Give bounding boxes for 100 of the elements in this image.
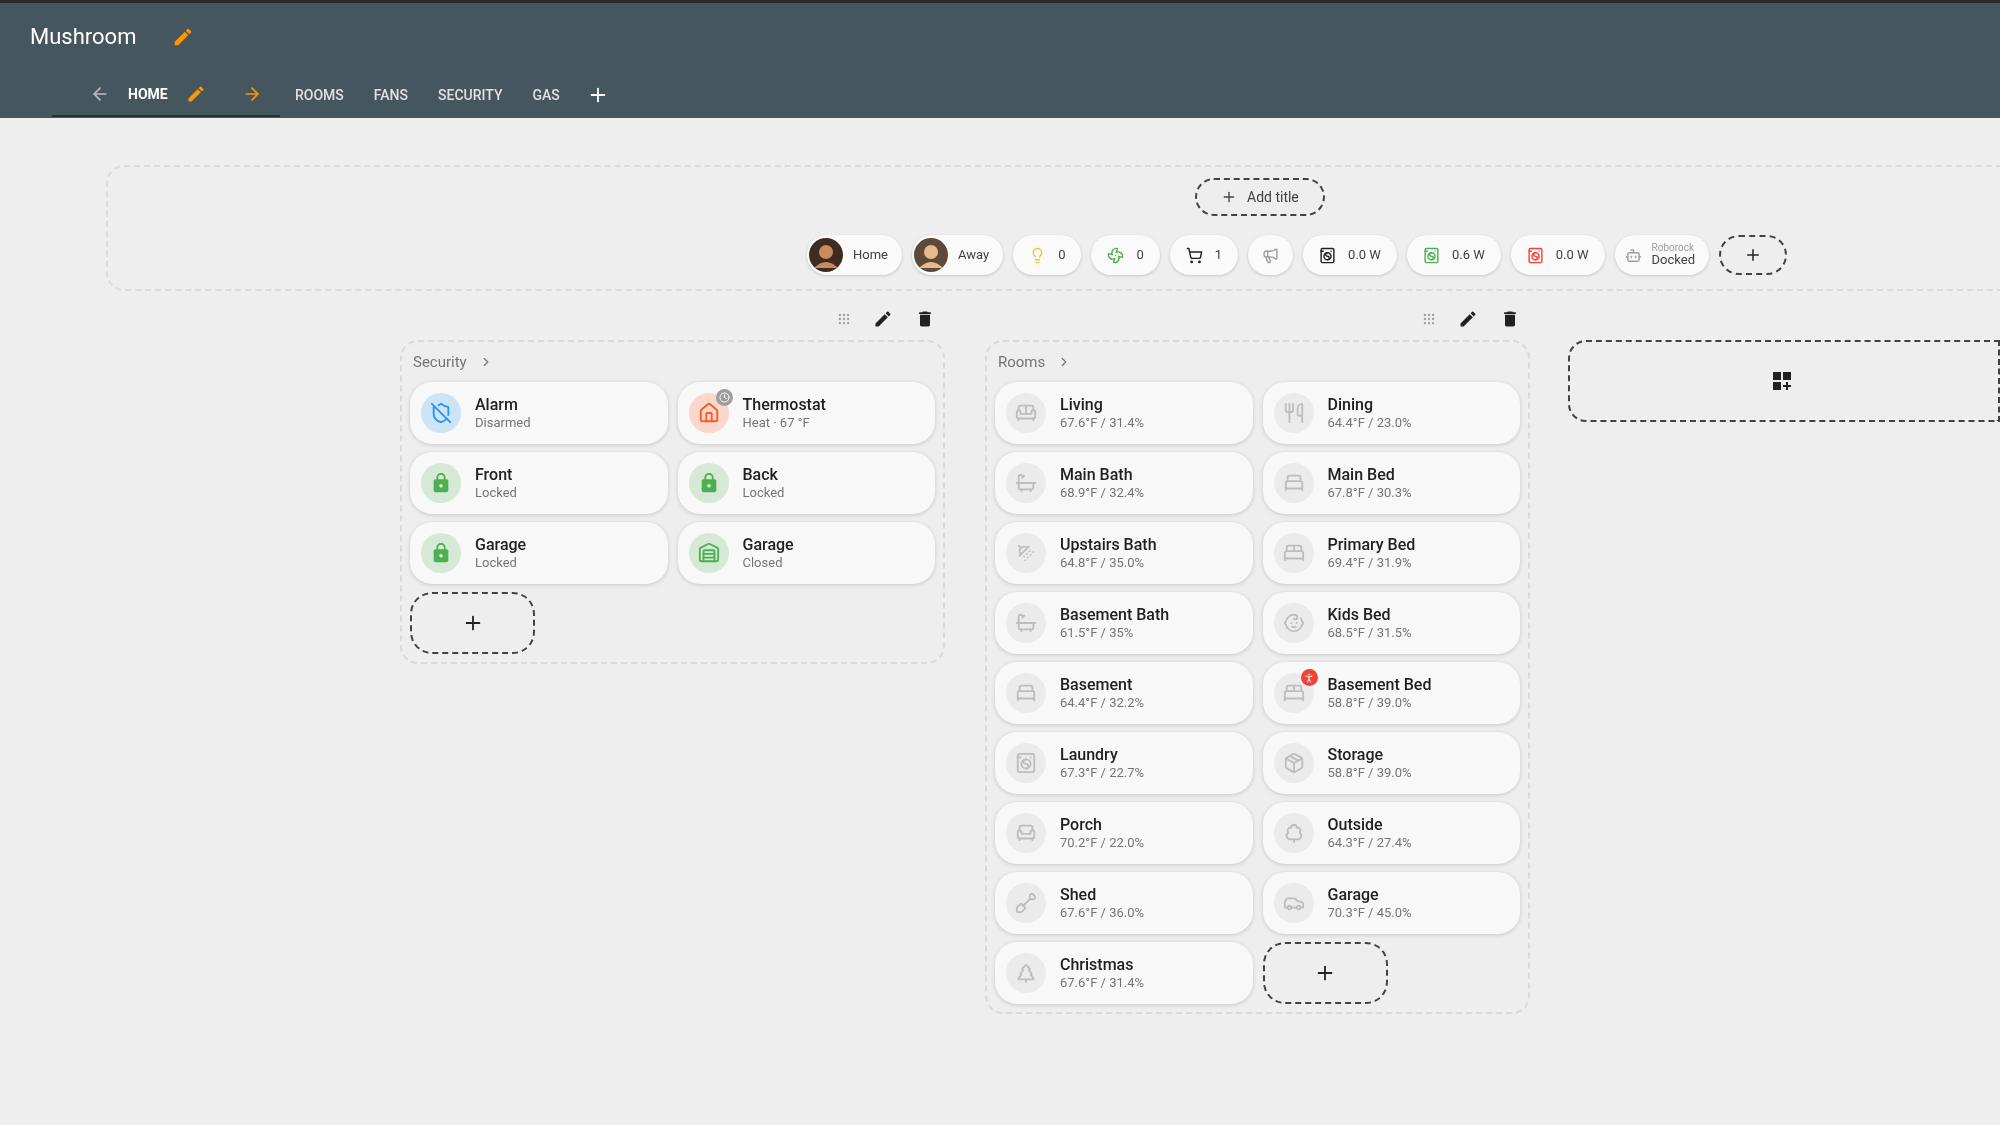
entity-name: Primary Bed [1327,534,1416,555]
megaphone-icon [1262,246,1280,264]
entity-card[interactable]: Porch 70.2°F / 22.0% [995,802,1253,864]
entity-state: 70.3°F / 45.0% [1327,904,1412,922]
entity-state: 58.8°F / 39.0% [1327,694,1413,712]
utensils-icon [1282,402,1305,424]
entity-state: 64.8°F / 35.0% [1060,554,1146,572]
entity-name: Laundry [1060,744,1119,765]
entity-card[interactable]: Outside 64.3°F / 27.4% [1262,802,1520,864]
entity-name: Garage [475,534,527,555]
entity-card[interactable]: Kids Bed 68.5°F / 31.5% [1262,592,1520,654]
entity-state: Disarmed [475,414,531,432]
entity-state: 67.6°F / 36.0% [1060,904,1145,922]
entity-card[interactable]: Garage 70.3°F / 45.0% [1262,872,1520,934]
entity-state: 68.9°F / 32.4% [1060,484,1145,502]
entity-state: Heat · 67 °F [742,414,811,432]
entity-name: Upstairs Bath [1060,534,1157,555]
entity-state: 67.6°F / 31.4% [1060,974,1145,992]
edit-icon[interactable] [873,309,893,329]
add-grid-icon [1772,371,1792,391]
tab[interactable]: HOME [128,83,168,105]
bathtub-icon [1015,472,1037,494]
tab[interactable]: GAS [532,84,560,106]
entity-card[interactable]: Christmas 67.6°F / 31.4% [995,942,1253,1004]
edit-icon[interactable] [1458,309,1478,329]
entity-name: Dining [1327,394,1374,415]
entity-name: Basement [1060,674,1134,695]
entity-chip[interactable]: 0 [1013,235,1082,275]
entity-card[interactable]: Living 67.6°F / 31.4% [995,382,1253,444]
add-card-button[interactable] [410,592,535,654]
entity-state: 58.8°F / 39.0% [1327,764,1412,782]
entity-card[interactable]: Garage Locked [410,522,668,584]
entity-name: Basement Bed [1327,674,1432,695]
entity-card[interactable]: Primary Bed 69.4°F / 31.9% [1262,522,1520,584]
entity-card[interactable]: Thermostat Heat · 67 °F [677,382,935,444]
entity-card[interactable]: Storage 58.8°F / 39.0% [1262,732,1520,794]
shovel-icon [1015,892,1037,914]
add-chip-button[interactable] [1718,235,1787,275]
entity-card[interactable]: Dining 64.4°F / 23.0% [1262,382,1520,444]
avatar-icon [914,238,948,272]
avatar-icon [809,238,843,272]
plus-icon [1221,189,1237,205]
add-title-button[interactable]: Add title [1195,178,1325,216]
add-card-button[interactable] [1262,942,1388,1004]
tab[interactable]: FANS [373,84,408,106]
entity-card[interactable]: Shed 67.6°F / 36.0% [995,872,1253,934]
tab[interactable]: ROOMS [295,84,344,106]
cart-icon [1185,246,1203,264]
section-header[interactable]: Rooms [995,342,1520,382]
entity-state: Locked [742,484,785,502]
entity-state: 64.4°F / 32.2% [1060,694,1145,712]
entity-card[interactable]: Laundry 67.3°F / 22.7% [995,732,1253,794]
section-header[interactable]: Security [410,342,935,382]
dashboard-title: Mushroom [30,23,137,51]
clock-badge [715,389,733,406]
baby-icon [1282,612,1305,634]
entity-chip[interactable]: 1 [1169,235,1239,275]
drag-handle-icon[interactable] [1422,312,1436,326]
entity-name: Porch [1060,814,1103,835]
add-section-button[interactable] [1568,340,2000,422]
entity-chip[interactable]: 0.0 W [1303,235,1397,275]
box-icon [1282,752,1305,774]
entity-state: Locked [475,554,518,572]
entity-chip[interactable]: 0.0 W [1510,235,1605,275]
tab[interactable]: SECURITY [438,84,503,106]
person-chip[interactable]: Home [807,235,902,275]
entity-card[interactable]: Main Bath 68.9°F / 32.4% [995,452,1253,514]
entity-name: Living [1060,394,1104,415]
entity-card[interactable]: Basement Bed 58.8°F / 39.0% [1262,662,1520,724]
entity-card[interactable]: Basement 64.4°F / 32.2% [995,662,1253,724]
entity-card[interactable]: Garage Closed [677,522,935,584]
bed-icon [1015,682,1037,704]
entity-chip[interactable]: 0.6 W [1406,235,1501,275]
entity-chip[interactable]: 0 [1091,235,1160,275]
entity-chip[interactable]: Roborock Docked [1614,235,1709,275]
entity-state: 68.5°F / 31.5% [1327,624,1412,642]
washing-machine-icon [1015,752,1037,774]
entity-card[interactable]: Back Locked [677,452,935,514]
entity-name: Main Bed [1327,464,1396,485]
washing-machine-icon [1319,246,1337,264]
entity-state: Locked [475,484,517,502]
bed-icon [1282,542,1305,564]
entity-state: 67.8°F / 30.3% [1327,484,1412,502]
entity-card[interactable]: Main Bed 67.8°F / 30.3% [1262,452,1520,514]
entity-state: 61.5°F / 35% [1060,624,1135,642]
washing-machine-icon [1422,246,1440,264]
sofa-icon [1015,402,1037,424]
entity-card[interactable]: Basement Bath 61.5°F / 35% [995,592,1253,654]
drag-handle-icon[interactable] [837,312,851,326]
entity-name: Basement Bath [1060,604,1170,625]
entity-card[interactable]: Front Locked [410,452,668,514]
entity-state: 67.6°F / 31.4% [1060,414,1145,432]
entity-name: Shed [1060,884,1098,905]
entity-state: 70.2°F / 22.0% [1060,834,1145,852]
person-chip[interactable]: Away [912,235,1004,275]
entity-name: Kids Bed [1327,604,1392,625]
entity-card[interactable]: Upstairs Bath 64.8°F / 35.0% [995,522,1253,584]
entity-card[interactable]: Alarm Disarmed [410,382,668,444]
entity-name: Garage [742,534,794,555]
entity-state: 69.4°F / 31.9% [1327,554,1413,572]
